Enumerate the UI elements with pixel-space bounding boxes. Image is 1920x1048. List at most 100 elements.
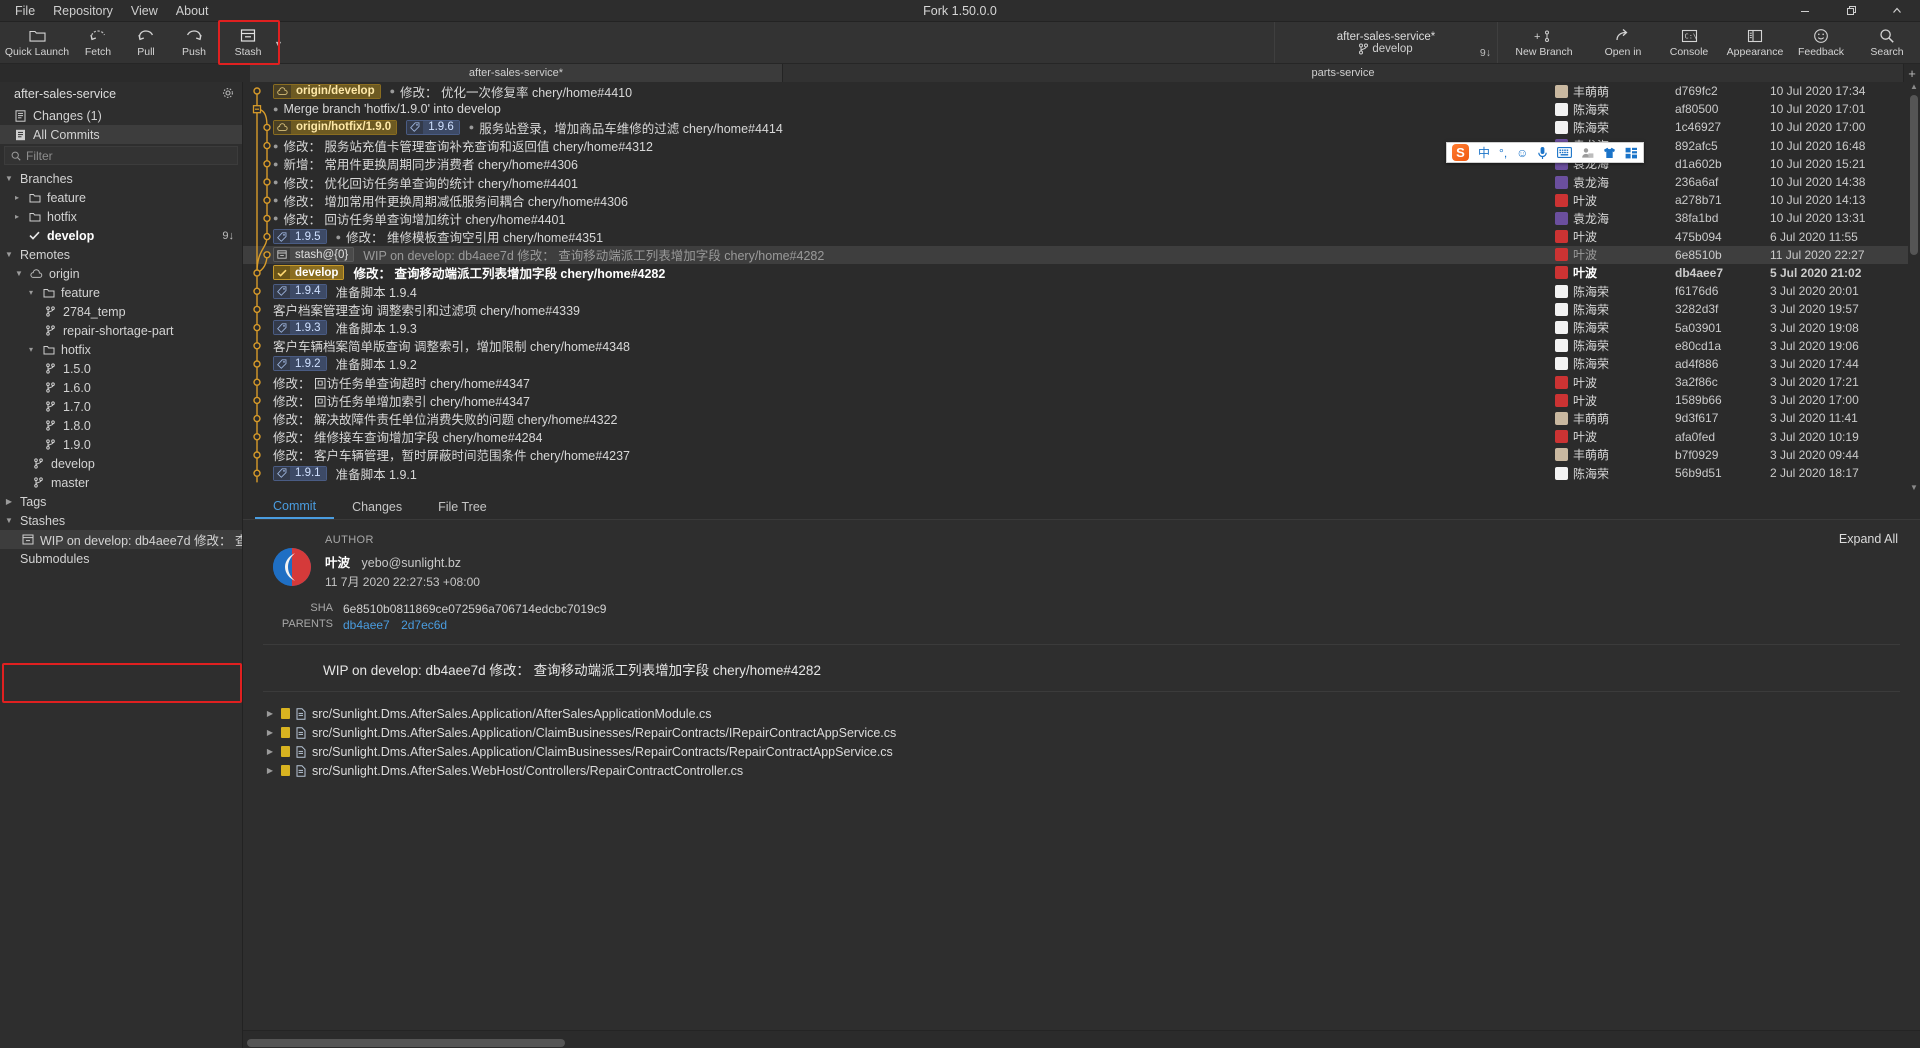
ref-badge-stash[interactable]: stash@{0} (273, 247, 355, 263)
tab-commit[interactable]: Commit (255, 495, 335, 519)
sidebar-item-changes[interactable]: Changes (1) (0, 106, 242, 125)
commit-row[interactable]: 修改： 解决故障件责任单位消费失败的问题 chery/home#4322 丰萌萌 9… (243, 409, 1920, 427)
console-button[interactable]: C:\ Console (1656, 22, 1722, 63)
stash-chevron-down-icon[interactable]: ▼ (274, 39, 283, 49)
tab-changes[interactable]: Changes (334, 495, 420, 519)
ime-keyboard-icon[interactable] (1557, 147, 1573, 158)
menu-about[interactable]: About (167, 2, 218, 20)
commit-row[interactable]: 1.9.3 准备脚本 1.9.3 陈海荣 5a03901 3 Jul 2020 19:0… (243, 318, 1920, 336)
ime-microphone-icon[interactable] (1537, 146, 1548, 160)
commit-row[interactable]: ● 修改： 回访任务单查询增加统计 chery/home#4401 袁龙海 38fa1… (243, 209, 1920, 227)
sidebar-group-remotes[interactable]: ▼ Remotes (0, 245, 242, 264)
chevron-right-icon[interactable]: ▶ (265, 747, 275, 756)
menu-view[interactable]: View (122, 2, 167, 20)
commit-row[interactable]: 1.9.2 准备脚本 1.9.2 陈海荣 ad4f886 3 Jul 2020 17:4… (243, 355, 1920, 373)
sidebar-item-branch-2784-temp[interactable]: 2784_temp (0, 302, 242, 321)
stash-button[interactable]: Stash (224, 27, 272, 58)
sidebar-group-submodules[interactable]: Submodules (0, 549, 242, 568)
ref-badge-tag[interactable]: 1.9.5 (273, 229, 327, 245)
sidebar-item-stash-wip[interactable]: WIP on develop: db4aee7d 修改： 查询... (0, 530, 242, 549)
ref-badge-remote[interactable]: origin/develop (273, 83, 381, 99)
menu-file[interactable]: File (6, 2, 44, 20)
commit-row[interactable]: 1.9.5 ● 修改： 维修模板查询空引用 chery/home#4351 叶波 475… (243, 228, 1920, 246)
ime-chinese-mode-icon[interactable]: 中 (1478, 144, 1490, 161)
chevron-down-icon[interactable]: ▼ (4, 516, 14, 525)
ref-badge-tag[interactable]: 1.9.2 (273, 356, 327, 372)
sidebar-item-hotfix-folder[interactable]: ▸ hotfix (0, 207, 242, 226)
horizontal-scrollbar[interactable] (243, 1038, 1920, 1048)
ime-punctuation-icon[interactable]: °, (1499, 146, 1507, 160)
ref-badge-tag[interactable]: 1.9.1 (273, 465, 327, 481)
parent-link-1[interactable]: db4aee7 (343, 618, 390, 632)
tab-parts-service[interactable]: parts-service (783, 64, 1904, 82)
pull-button[interactable]: Pull (122, 22, 170, 63)
chevron-right-icon[interactable]: ▶ (265, 709, 275, 718)
minimize-icon[interactable] (1782, 0, 1828, 22)
expand-all-button[interactable]: Expand All (1839, 532, 1898, 546)
commit-row[interactable]: origin/develop ● 修改： 优化一次修复率 chery/home#44… (243, 82, 1920, 100)
file-row[interactable]: ▶ src/Sunlight.Dms.AfterSales.WebHost/Con… (243, 761, 1920, 780)
commit-row[interactable]: stash@{0} WIP on develop: db4aee7d 修改： 查询… (243, 245, 1920, 264)
ime-floating-toolbar[interactable]: S 中 °, ☺ (1446, 142, 1645, 163)
commit-row[interactable]: 1.9.1 准备脚本 1.9.1 陈海荣 56b9d51 2 Jul 2020 18:1… (243, 464, 1920, 482)
chevron-down-icon[interactable]: ▼ (4, 250, 14, 259)
appearance-button[interactable]: Appearance (1722, 22, 1788, 63)
open-in-button[interactable]: Open in (1590, 22, 1656, 63)
commit-row[interactable]: 修改： 客户车辆管理，暂时屏蔽时间范围条件 chery/home#4237 丰萌萌… (243, 446, 1920, 464)
sidebar-item-develop-current[interactable]: develop 9↓ (0, 226, 242, 245)
file-row[interactable]: ▶ src/Sunlight.Dms.AfterSales.Application… (243, 704, 1920, 723)
sidebar-item-all-commits[interactable]: All Commits (0, 125, 242, 144)
chevron-down-icon[interactable]: ▾ (26, 345, 36, 354)
tab-after-sales-service[interactable]: after-sales-service* (250, 64, 783, 82)
sidebar-item-branch-150[interactable]: 1.5.0 (0, 359, 242, 378)
search-button[interactable]: Search (1854, 22, 1920, 63)
sidebar-group-branches[interactable]: ▼ Branches (0, 169, 242, 188)
scrollbar-thumb[interactable] (1910, 95, 1918, 255)
feedback-button[interactable]: Feedback (1788, 22, 1854, 63)
file-row[interactable]: ▶ src/Sunlight.Dms.AfterSales.Application… (243, 742, 1920, 761)
commit-row[interactable]: 修改： 回访任务单查询超时 chery/home#4347 叶波 3a2f86c 3 … (243, 373, 1920, 391)
chevron-down-icon[interactable]: ▾ (26, 288, 36, 297)
commit-row[interactable]: develop 修改： 查询移动端派工列表增加字段 chery/home#4282… (243, 264, 1920, 282)
commit-row[interactable]: 修改： 维修接车查询增加字段 chery/home#4284 叶波 afa0fed 3… (243, 428, 1920, 446)
quick-launch-button[interactable]: Quick Launch (0, 22, 74, 63)
sogou-logo-icon[interactable]: S (1452, 144, 1469, 161)
ime-emoji-icon[interactable]: ☺ (1516, 146, 1528, 160)
new-branch-button[interactable]: + New Branch (1498, 22, 1590, 63)
ref-badge-tag[interactable]: 1.9.4 (273, 283, 327, 299)
sidebar-item-remote-feature-folder[interactable]: ▾ feature (0, 283, 242, 302)
new-tab-icon[interactable]: + (1904, 64, 1920, 82)
restore-icon[interactable] (1828, 0, 1874, 22)
sidebar-item-branch-repair-shortage-part[interactable]: repair-shortage-part (0, 321, 242, 340)
sidebar-item-remote-origin[interactable]: ▼ origin (0, 264, 242, 283)
sidebar-item-remote-master[interactable]: master (0, 473, 242, 492)
ime-toolbox-icon[interactable] (1625, 147, 1638, 159)
scroll-down-icon[interactable]: ▼ (1908, 483, 1920, 495)
hscrollbar-thumb[interactable] (247, 1039, 565, 1047)
sidebar-group-stashes[interactable]: ▼ Stashes (0, 511, 242, 530)
parent-link-2[interactable]: 2d7ec6d (401, 618, 447, 632)
chevron-right-icon[interactable]: ▸ (12, 212, 22, 221)
sidebar-item-branch-190[interactable]: 1.9.0 (0, 435, 242, 454)
repository-info-panel[interactable]: after-sales-service* develop 9↓ (1274, 22, 1498, 63)
sidebar-item-branch-160[interactable]: 1.6.0 (0, 378, 242, 397)
ref-badge-remote[interactable]: origin/hotfix/1.9.0 (273, 119, 398, 135)
commit-row[interactable]: ● 修改： 优化回访任务单查询的统计 chery/home#4401 袁龙海 236a… (243, 173, 1920, 191)
chevron-down-icon[interactable]: ▼ (4, 174, 14, 183)
commit-list[interactable]: origin/develop ● 修改： 优化一次修复率 chery/home#44… (243, 82, 1920, 495)
sidebar-group-tags[interactable]: ▶ Tags (0, 492, 242, 511)
commit-row[interactable]: ●修改： 服务站充值卡管理查询补充查询和返回值 chery/home#4312袁… (243, 137, 1920, 155)
commit-row[interactable]: 客户车辆档案简单版查询 调整索引，增加限制 chery/home#4348 陈海荣… (243, 337, 1920, 355)
sidebar-item-feature-folder[interactable]: ▸ feature (0, 188, 242, 207)
chevron-right-icon[interactable]: ▸ (12, 193, 22, 202)
ref-badge-tag[interactable]: 1.9.6 (406, 119, 460, 135)
close-icon[interactable] (1874, 0, 1920, 22)
commit-row[interactable]: 修改： 回访任务单增加索引 chery/home#4347 叶波 1589b66 3 … (243, 391, 1920, 409)
chevron-right-icon[interactable]: ▶ (265, 766, 275, 775)
commit-row[interactable]: 1.9.4 准备脚本 1.9.4 陈海荣 f6176d6 3 Jul 2020 20:0… (243, 282, 1920, 300)
sidebar-item-remote-develop[interactable]: develop (0, 454, 242, 473)
sidebar-item-remote-hotfix-folder[interactable]: ▾ hotfix (0, 340, 242, 359)
commit-list-scrollbar[interactable]: ▲ ▼ (1908, 82, 1920, 495)
scroll-up-icon[interactable]: ▲ (1908, 82, 1920, 94)
gear-icon[interactable] (222, 87, 234, 99)
